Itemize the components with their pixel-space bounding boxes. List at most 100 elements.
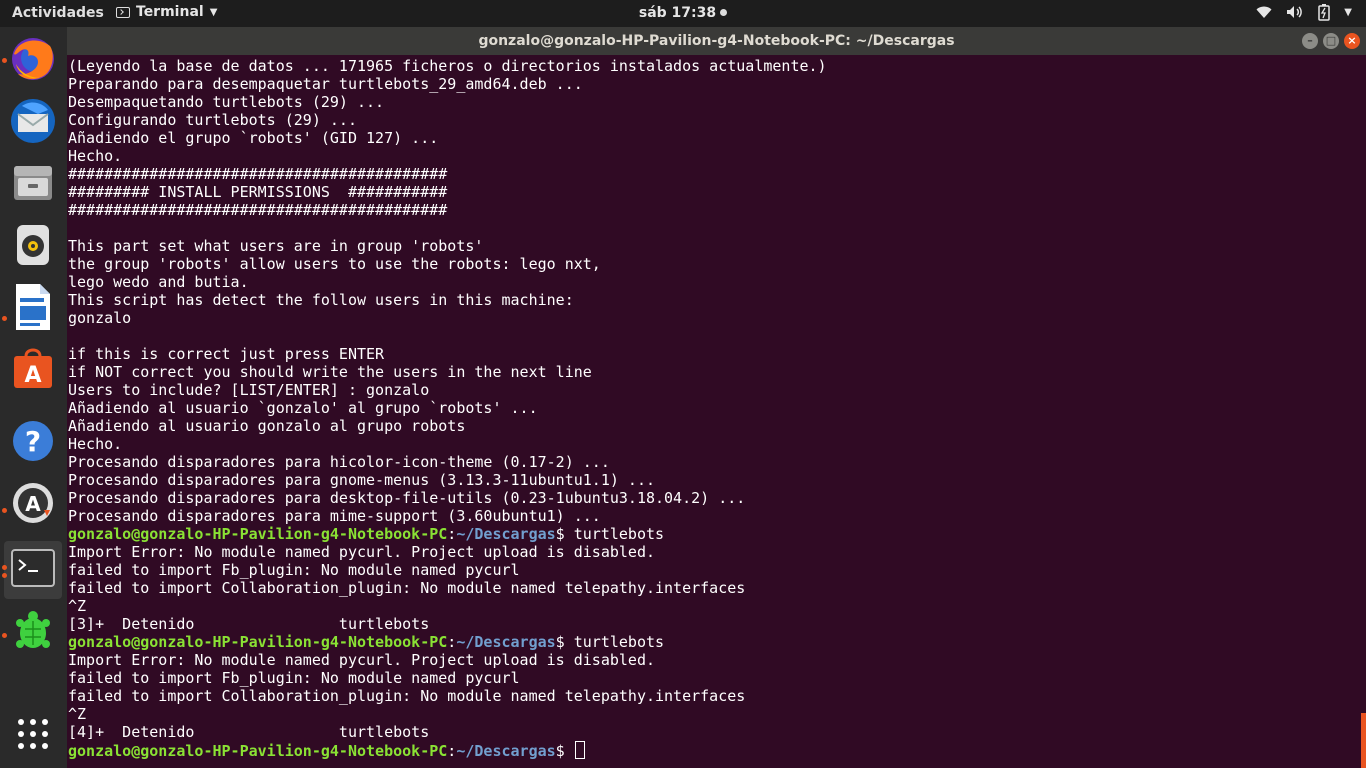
maximize-button[interactable]: □ [1323,33,1339,49]
power-menu-icon[interactable]: ▼ [1344,7,1352,18]
terminal-line: failed to import Collaboration_plugin: N… [68,579,746,597]
terminal-line: ######### INSTALL PERMISSIONS ##########… [68,183,448,201]
files-icon [10,160,56,210]
terminal-prompt-line: gonzalo@gonzalo-HP-Pavilion-g4-Notebook-… [68,741,827,760]
prompt-path: ~/Descargas [456,742,556,760]
terminal-line: Users to include? [LIST/ENTER] : gonzalo [68,381,430,399]
terminal-line: failed to import Fb_plugin: No module na… [68,561,520,579]
terminal-line: [3]+ Detenido turtlebots [68,615,430,633]
terminal-output: (Leyendo la base de datos ... 171965 fic… [68,57,827,760]
dock-item-help[interactable]: ? [4,414,62,472]
prompt-symbol: $ [555,525,574,543]
terminal-line: ########################################… [68,201,448,219]
prompt-user: gonzalo@gonzalo-HP-Pavilion-g4-Notebook-… [68,742,448,760]
prompt-user: gonzalo@gonzalo-HP-Pavilion-g4-Notebook-… [68,525,448,543]
dock-item-rhythmbox[interactable] [4,218,62,276]
clock[interactable]: sáb 17:38 [0,5,1366,21]
running-indicator [2,633,7,638]
prompt-command: turtlebots [573,633,665,651]
running-indicator [2,508,7,513]
show-applications-button[interactable] [4,707,62,765]
dock: A ? A [0,27,67,768]
thunderbird-icon [8,96,58,150]
terminal-line: gonzalo [68,309,132,327]
dock-item-firefox[interactable] [4,32,62,90]
prompt-separator: : [447,633,457,651]
running-indicator [2,565,7,570]
prompt-separator: : [447,525,457,543]
dock-item-terminal[interactable] [4,541,62,599]
writer-icon [10,282,56,336]
terminal-line: failed to import Fb_plugin: No module na… [68,669,520,687]
dock-item-thunderbird[interactable] [4,94,62,152]
dock-item-updater[interactable]: A [4,476,62,534]
prompt-path: ~/Descargas [456,525,556,543]
terminal-line: [4]+ Detenido turtlebots [68,723,430,741]
software-updater-icon: A [10,480,56,530]
window-controls: – □ × [1302,33,1360,49]
terminal-line: Procesando disparadores para gnome-menus… [68,471,655,489]
prompt-path: ~/Descargas [456,633,556,651]
window-titlebar[interactable]: gonzalo@gonzalo-HP-Pavilion-g4-Notebook-… [67,27,1366,55]
terminal-line: Hecho. [68,435,123,453]
running-indicator [2,316,7,321]
running-indicator [2,58,7,63]
terminal-line: Import Error: No module named pycurl. Pr… [68,651,655,669]
help-icon: ? [10,418,56,468]
notification-dot-icon [720,9,728,16]
svg-text:?: ? [25,425,41,458]
terminal-line: if this is correct just press ENTER [68,345,385,363]
terminal-line: Preparando para desempaquetar turtlebots… [68,75,583,93]
prompt-symbol: $ [555,633,574,651]
terminal-line: Añadiendo el grupo `robots' (GID 127) ..… [68,129,439,147]
terminal-line: Hecho. [68,147,123,165]
prompt-command: turtlebots [573,525,665,543]
terminal-line: Procesando disparadores para mime-suppor… [68,507,601,525]
terminal-line: lego wedo and butia. [68,273,249,291]
text-cursor [574,741,585,759]
top-panel: Actividades Terminal ▼ sáb 17:38 ▼ [0,0,1366,27]
svg-text:A: A [25,492,41,516]
terminal-prompt-line: gonzalo@gonzalo-HP-Pavilion-g4-Notebook-… [68,525,827,543]
battery-icon[interactable] [1318,3,1331,21]
system-tray[interactable]: ▼ [1256,3,1352,21]
dock-item-software[interactable]: A [4,342,62,400]
terminal-line: Procesando disparadores para hicolor-ico… [68,453,610,471]
terminal-line: Añadiendo al usuario `gonzalo' al grupo … [68,399,538,417]
terminal-area[interactable]: (Leyendo la base de datos ... 171965 fic… [67,55,1366,768]
prompt-symbol: $ [555,742,574,760]
terminal-line: ########################################… [68,165,448,183]
terminal-icon [11,548,55,592]
terminal-line: the group 'robots' allow users to use th… [68,255,601,273]
terminal-line: This script has detect the follow users … [68,291,574,309]
terminal-line: failed to import Collaboration_plugin: N… [68,687,746,705]
volume-icon[interactable] [1286,5,1304,19]
terminal-line: Import Error: No module named pycurl. Pr… [68,543,655,561]
running-indicator [2,573,7,578]
scrollbar-thumb[interactable] [1361,713,1366,768]
terminal-line: Añadiendo al usuario gonzalo al grupo ro… [68,417,466,435]
terminal-prompt-line: gonzalo@gonzalo-HP-Pavilion-g4-Notebook-… [68,633,827,651]
terminal-line: Desempaquetando turtlebots (29) ... [68,93,385,111]
firefox-icon [8,34,58,88]
close-button[interactable]: × [1344,33,1360,49]
turtle-icon [13,611,53,657]
prompt-separator: : [447,742,457,760]
minimize-button[interactable]: – [1302,33,1318,49]
terminal-line: (Leyendo la base de datos ... 171965 fic… [68,57,827,75]
software-center-icon: A [10,346,56,396]
show-applications-icon [17,718,49,754]
terminal-line: if NOT correct you should write the user… [68,363,592,381]
terminal-line: ^Z [68,705,87,723]
terminal-line: This part set what users are in group 'r… [68,237,484,255]
terminal-line: ^Z [68,597,87,615]
svg-text:A: A [24,363,41,388]
terminal-line: Procesando disparadores para desktop-fil… [68,489,746,507]
wifi-icon[interactable] [1256,5,1272,19]
dock-item-turtlebots[interactable] [4,605,62,663]
dock-item-writer[interactable] [4,280,62,338]
prompt-user: gonzalo@gonzalo-HP-Pavilion-g4-Notebook-… [68,633,448,651]
dock-item-files[interactable] [4,156,62,214]
